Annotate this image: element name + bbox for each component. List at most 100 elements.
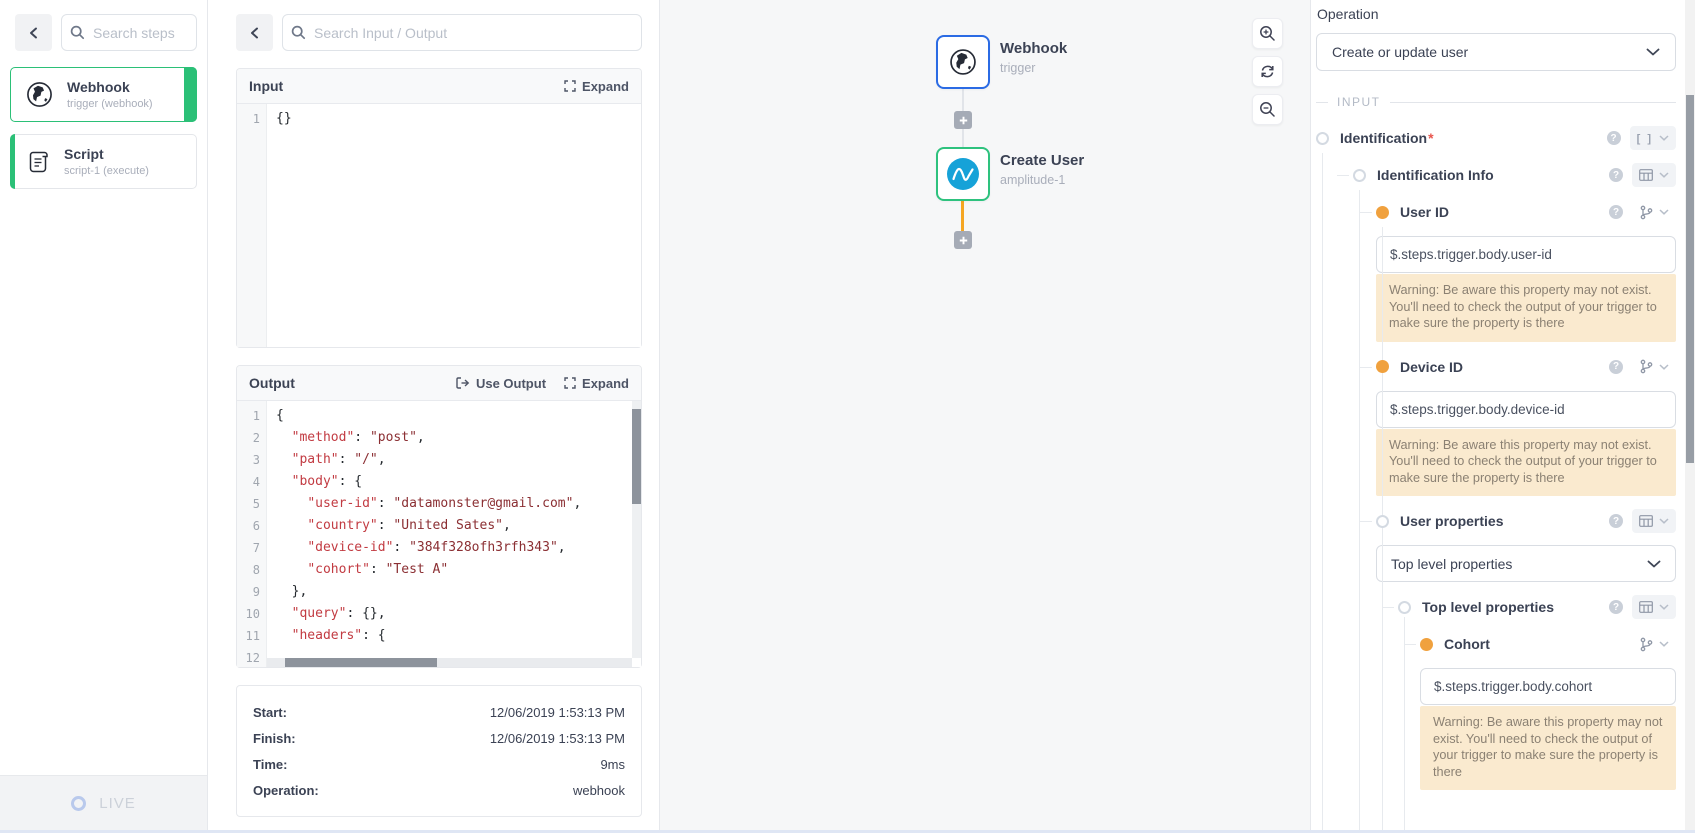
field-label: Top level properties (1422, 599, 1554, 615)
config-panel: Operation Create or update user INPUT Id… (1310, 0, 1695, 833)
code-line: "user-id": "datamonster@gmail.com", (276, 493, 641, 515)
brackets-icon: [ ] (1637, 138, 1653, 139)
line-number: 8 (237, 559, 260, 581)
field-label: Identification Info (1377, 167, 1494, 183)
canvas-controls (1252, 18, 1283, 125)
line-number: 1 (237, 108, 260, 130)
field-label: User properties (1400, 513, 1503, 529)
globe-icon (947, 46, 979, 78)
field-row-identification-info[interactable]: Identification Info? (1353, 162, 1676, 188)
zoom-out-button[interactable] (1252, 94, 1283, 125)
node-create-user[interactable] (936, 147, 990, 201)
node-create-user-label: Create User amplitude-1 (1000, 152, 1084, 187)
line-number: 1 (237, 405, 260, 427)
field-type-button[interactable]: [ ] (1630, 126, 1676, 150)
input-code-editor[interactable]: 1 {} (237, 104, 641, 347)
step-accent-bar (10, 134, 15, 189)
tree-connector (1337, 175, 1349, 176)
expand-icon (564, 377, 576, 389)
connector-line-orange (961, 201, 964, 233)
step-card-webhook[interactable]: Webhook trigger (webhook) (10, 67, 197, 122)
code-line: "country": "United Sates", (276, 515, 641, 537)
field-bullet-icon (1420, 638, 1433, 651)
io-back-button[interactable] (236, 14, 273, 51)
code-line: "cohort": "Test A" (276, 559, 641, 581)
chevron-down-icon (1659, 364, 1669, 370)
search-icon (291, 25, 306, 40)
help-icon[interactable]: ? (1609, 168, 1623, 182)
tree-connector (1404, 644, 1416, 645)
search-io-input[interactable] (282, 14, 642, 51)
field-type-button[interactable] (1632, 595, 1676, 619)
use-output-icon (456, 377, 470, 389)
line-number: 7 (237, 537, 260, 559)
expand-output-button[interactable]: Expand (564, 376, 629, 391)
help-icon[interactable]: ? (1609, 600, 1623, 614)
field-row-top-level-properties[interactable]: Top level properties? (1398, 594, 1676, 620)
field-row-identification[interactable]: Identification*? [ ] (1316, 125, 1676, 151)
step-title: Webhook (67, 79, 153, 95)
field-bullet-icon (1376, 206, 1389, 219)
output-vertical-scrollbar[interactable] (632, 401, 641, 658)
refresh-icon (1259, 63, 1276, 80)
meta-row-start: Start: 12/06/2019 1:53:13 PM (253, 699, 625, 725)
field-type-button[interactable] (1632, 359, 1676, 374)
use-output-button[interactable]: Use Output (456, 376, 546, 391)
field-input-user-id[interactable] (1376, 236, 1676, 273)
tree-connector (1382, 607, 1394, 608)
field-tree: Identification*?[ ]Identification Info?U… (1316, 125, 1676, 833)
field-row-user-properties[interactable]: User properties? (1376, 508, 1676, 534)
add-step-button[interactable] (954, 231, 972, 249)
expand-input-button[interactable]: Expand (564, 79, 629, 94)
field-input-device-id[interactable] (1376, 391, 1676, 428)
input-card: Input Expand 1 {} (236, 68, 642, 348)
help-icon[interactable]: ? (1609, 205, 1623, 219)
step-card-script[interactable]: Script script-1 (execute) (10, 134, 197, 189)
property-warning: Warning: Be aware this property may not … (1420, 706, 1676, 790)
field-type-button[interactable] (1632, 509, 1676, 533)
input-section-divider: INPUT (1316, 95, 1676, 109)
add-step-button[interactable] (954, 111, 972, 129)
chevron-down-icon (1647, 560, 1661, 568)
properties-mode-select[interactable]: Top level properties (1376, 545, 1676, 582)
workflow-canvas[interactable]: Webhook trigger Create User amplitude-1 (660, 0, 1310, 833)
operation-select[interactable]: Create or update user (1316, 33, 1676, 71)
field-row-cohort[interactable]: Cohort (1420, 631, 1676, 657)
field-label: Identification* (1340, 130, 1434, 146)
code-line: "method": "post", (276, 427, 641, 449)
output-title: Output (249, 375, 295, 391)
search-icon (70, 25, 85, 40)
zoom-in-button[interactable] (1252, 18, 1283, 49)
field-type-button[interactable] (1632, 637, 1676, 652)
expand-icon (564, 80, 576, 92)
field-row-user-id[interactable]: User ID? (1376, 199, 1676, 225)
branch-icon (1639, 637, 1653, 652)
meta-row-time: Time: 9ms (253, 751, 625, 777)
steps-sidebar: Webhook trigger (webhook) Script script-… (0, 0, 208, 833)
refresh-button[interactable] (1252, 56, 1283, 87)
node-webhook[interactable] (936, 35, 990, 89)
script-icon (24, 148, 52, 176)
field-row-device-id[interactable]: Device ID? (1376, 354, 1676, 380)
chevron-down-icon (1659, 604, 1669, 610)
field-bullet-icon (1316, 132, 1329, 145)
config-scrollbar[interactable] (1685, 0, 1695, 833)
output-horizontal-scrollbar[interactable] (267, 658, 632, 667)
output-code-viewer[interactable]: 123456789101112 { "method": "post", "pat… (237, 401, 641, 667)
help-icon[interactable]: ? (1609, 360, 1623, 374)
step-title: Script (64, 146, 149, 162)
field-type-button[interactable] (1632, 163, 1676, 187)
field-type-button[interactable] (1632, 205, 1676, 220)
field-bullet-icon (1353, 169, 1366, 182)
field-input-cohort[interactable] (1420, 668, 1676, 705)
code-line: { (276, 405, 641, 427)
chevron-left-icon (248, 26, 262, 40)
back-button[interactable] (15, 14, 52, 51)
help-icon[interactable]: ? (1607, 131, 1621, 145)
io-panel: Input Expand 1 {} Output (208, 0, 660, 833)
property-warning: Warning: Be aware this property may not … (1376, 429, 1676, 497)
chevron-down-icon (1659, 518, 1669, 524)
tree-connector (1360, 212, 1372, 213)
help-icon[interactable]: ? (1609, 514, 1623, 528)
code-line: "headers": { (276, 625, 641, 647)
